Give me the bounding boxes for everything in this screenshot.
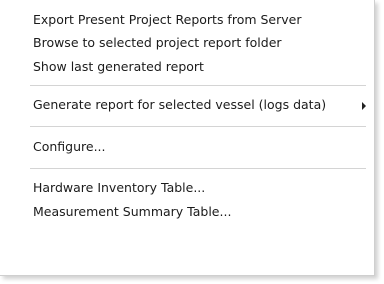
menu-item-label: Export Present Project Reports from Serv… bbox=[33, 12, 302, 27]
menu-item-label: Show last generated report bbox=[33, 59, 204, 74]
menu-item-label: Hardware Inventory Table... bbox=[33, 180, 206, 195]
menu-item-hardware-inventory[interactable]: Hardware Inventory Table... bbox=[0, 176, 374, 200]
menu-separator bbox=[30, 168, 366, 169]
menu-separator bbox=[30, 85, 366, 86]
menu-item-browse-report-folder[interactable]: Browse to selected project report folder bbox=[0, 31, 374, 55]
menu-item-label: Measurement Summary Table... bbox=[33, 204, 232, 219]
menu-item-configure[interactable]: Configure... bbox=[0, 135, 374, 159]
menu-item-label: Browse to selected project report folder bbox=[33, 35, 282, 50]
menu-item-label: Configure... bbox=[33, 139, 106, 154]
menu-item-show-last-report[interactable]: Show last generated report bbox=[0, 55, 374, 79]
menu-item-measurement-summary[interactable]: Measurement Summary Table... bbox=[0, 200, 374, 224]
menu-separator bbox=[30, 126, 366, 127]
menu-item-export-project-reports[interactable]: Export Present Project Reports from Serv… bbox=[0, 8, 374, 32]
menu-item-label: Generate report for selected vessel (log… bbox=[33, 97, 327, 112]
menu-item-generate-vessel-report[interactable]: Generate report for selected vessel (log… bbox=[0, 93, 374, 117]
context-menu: Export Present Project Reports from Serv… bbox=[0, 0, 375, 276]
chevron-right-icon bbox=[362, 102, 366, 110]
